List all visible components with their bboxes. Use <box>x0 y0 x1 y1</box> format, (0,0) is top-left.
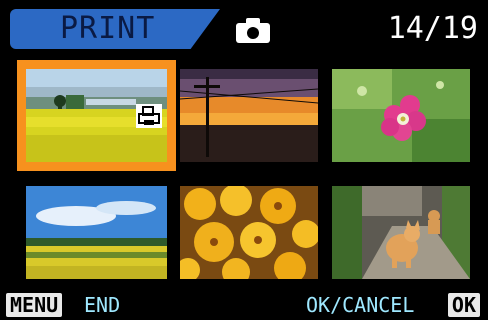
thumbnail-6[interactable] <box>332 186 470 279</box>
flower-photo <box>332 69 470 162</box>
camera-icon <box>236 18 270 43</box>
mode-label: PRINT <box>60 11 156 46</box>
cat-photo <box>332 186 470 279</box>
ok-button[interactable]: OK <box>447 293 480 317</box>
okcancel-label: OK/CANCEL <box>306 293 415 317</box>
yellow-flowers-photo <box>180 186 318 279</box>
print-mark-icon <box>136 104 162 128</box>
thumbnail-2[interactable] <box>180 69 318 162</box>
sunset-photo <box>180 69 318 162</box>
thumbnail-4[interactable] <box>26 186 167 279</box>
menu-button[interactable]: MENU <box>6 293 63 317</box>
image-counter: 14/19 <box>387 11 478 46</box>
menu-action-label: END <box>84 293 121 317</box>
sky-field-photo <box>26 186 167 279</box>
thumbnail-3[interactable] <box>332 69 470 162</box>
thumbnail-5[interactable] <box>180 186 318 279</box>
footer-bar <box>0 292 488 320</box>
print-screen: PRINT 14/19 MENU END OK/CANCEL OK <box>0 0 488 320</box>
